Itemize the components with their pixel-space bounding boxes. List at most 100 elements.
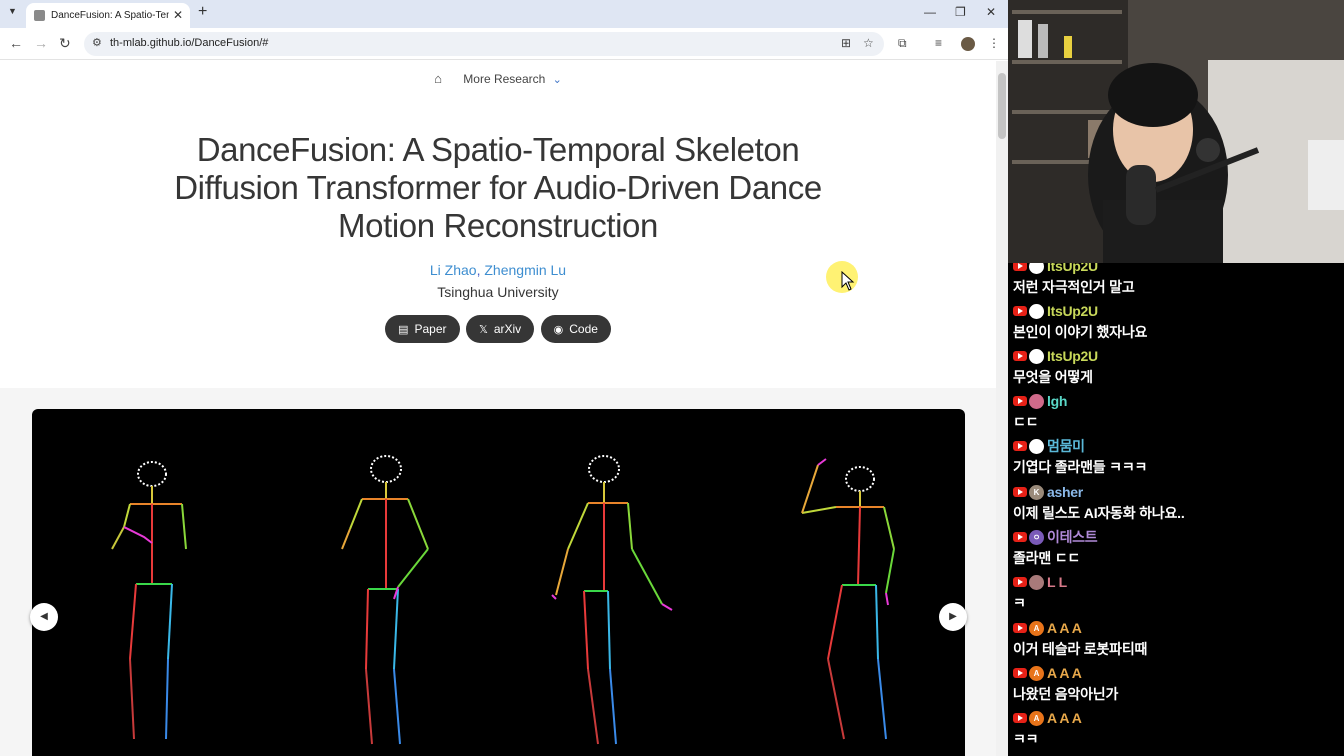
chat-nickname: A A A [1047, 665, 1082, 681]
chat-nickname: ItsUp2U [1047, 263, 1098, 274]
profile-avatar[interactable] [961, 37, 975, 51]
chat-message-header: Kasher [1013, 483, 1343, 501]
tab-title: DanceFusion: A Spatio-Tempo [51, 10, 169, 21]
youtube-icon [1013, 532, 1027, 542]
arxiv-button-label: arXiv [493, 322, 522, 336]
browser-toolbar: ← → ↻ ⚙ th-mlab.github.io/DanceFusion/# … [0, 28, 1008, 60]
favicon-icon [34, 10, 45, 21]
tab-strip: ▼ DanceFusion: A Spatio-Tempo ✕ + — ❐ ✕ [0, 0, 1008, 28]
media-icon[interactable]: ≡ [935, 36, 942, 50]
chat-message-header: AA A A [1013, 709, 1343, 727]
scrollbar-thumb[interactable] [998, 73, 1006, 139]
code-button[interactable]: ◉ Code [540, 315, 611, 343]
chat-nickname: 멈뭄미 [1047, 438, 1085, 454]
chat-text: 저런 자극적인거 말고 [1013, 279, 1135, 295]
browser-window: ▼ DanceFusion: A Spatio-Tempo ✕ + — ❐ ✕ … [0, 0, 1008, 756]
chat-message-header: AA A A [1013, 664, 1343, 682]
extensions-icon[interactable]: ⧉ [898, 36, 907, 51]
chat-message: lgh ㄷㄷ [1013, 392, 1343, 437]
chat-text: 이거 테슬라 로봇파티때 [1013, 641, 1148, 657]
tab-active[interactable]: DanceFusion: A Spatio-Tempo ✕ [26, 3, 190, 28]
page-title: DanceFusion: A Spatio-Temporal Skeleton … [174, 131, 822, 244]
chat-avatar: A [1029, 710, 1044, 726]
youtube-icon [1013, 713, 1027, 723]
chat-message: ItsUp2U 무엇을 어떻게 [1013, 347, 1343, 392]
chat-text: ㄷㄷ [1013, 414, 1039, 430]
forward-icon[interactable]: → [34, 35, 48, 51]
youtube-icon [1013, 263, 1027, 271]
author-separator: , [476, 262, 481, 278]
author-link-zhengmin-lu[interactable]: Zhengmin Lu [484, 262, 566, 278]
carousel-next-icon[interactable]: ▶ [939, 603, 967, 631]
author-link-li-zhao[interactable]: Li Zhao [430, 262, 477, 278]
streamer-camera-image [1008, 0, 1344, 263]
menu-kebab-icon[interactable]: ⋮ [988, 36, 1000, 50]
chat-nickname: ItsUp2U [1047, 348, 1098, 364]
chat-nickname: ItsUp2U [1047, 303, 1098, 319]
chat-avatar [1029, 574, 1044, 590]
youtube-icon [1013, 623, 1027, 633]
chat-avatar [1029, 263, 1044, 274]
chat-nickname: L L [1047, 574, 1067, 590]
youtube-icon [1013, 396, 1027, 406]
chat-text: 나왔던 음악아닌가 [1013, 686, 1119, 702]
youtube-icon [1013, 577, 1027, 587]
paper-button[interactable]: ▤ Paper [385, 315, 460, 343]
chat-avatar: A [1029, 665, 1044, 681]
chat-text: ㅋㅋ [1013, 731, 1039, 747]
live-chat-panel: ItsUp2U 저런 자극적인거 말고 ItsUp2U 본인이 이야기 했자나요 Its… [1008, 263, 1344, 756]
arxiv-button[interactable]: 𝕏arXiv [465, 315, 535, 343]
chat-text: 기엽다 졸라맨들 ㅋㅋㅋ [1013, 459, 1148, 475]
chat-message-header: 멈뭄미 [1013, 437, 1343, 455]
file-pdf-icon: ▤ [398, 324, 409, 336]
bookmark-star-icon[interactable]: ☆ [863, 36, 874, 50]
chat-message-header: ㅇ 이테스트 [1013, 528, 1343, 546]
site-info-icon[interactable]: ⚙ [92, 36, 102, 49]
new-tab-icon[interactable]: + [198, 3, 207, 21]
skeleton-video-frame [111, 455, 895, 745]
webcam-overlay [1008, 0, 1344, 263]
reload-icon[interactable]: ↻ [59, 35, 71, 52]
translate-icon[interactable]: ⊞ [841, 36, 851, 50]
chat-text: 본인이 이야기 했자나요 [1013, 324, 1148, 340]
chat-message: ㅇ 이테스트 졸라맨 ㄷㄷ [1013, 528, 1343, 573]
chat-nickname: asher [1047, 484, 1083, 500]
address-bar[interactable]: ⚙ th-mlab.github.io/DanceFusion/# [84, 32, 884, 56]
window-close-icon[interactable]: ✕ [986, 5, 996, 19]
top-nav: ⌂ More Research ⌄ [0, 71, 996, 86]
chat-message-header: ItsUp2U [1013, 302, 1343, 320]
youtube-icon [1013, 306, 1027, 316]
back-icon[interactable]: ← [9, 35, 23, 51]
chat-message: L L ㅋ [1013, 573, 1343, 618]
chevron-down-icon[interactable]: ⌄ [553, 74, 562, 86]
url-text[interactable]: th-mlab.github.io/DanceFusion/# [110, 37, 268, 49]
chat-nickname: A A A [1047, 710, 1082, 726]
page-scrollbar[interactable] [996, 61, 1008, 756]
chat-message-header: L L [1013, 573, 1343, 591]
code-button-label: Code [569, 322, 598, 336]
restore-icon[interactable]: ❐ [955, 5, 966, 19]
dancer-skeleton-3 [551, 455, 673, 745]
chat-avatar: K [1029, 484, 1044, 500]
chat-message-header: lgh [1013, 392, 1343, 410]
chat-message: AA A A ㅋㅋ [1013, 709, 1343, 754]
chat-message-header: ItsUp2U [1013, 347, 1343, 365]
youtube-icon [1013, 441, 1027, 451]
minimize-icon[interactable]: — [924, 5, 936, 19]
chat-text: 무엇을 어떻게 [1013, 369, 1093, 385]
youtube-icon [1013, 487, 1027, 497]
carousel-prev-icon[interactable]: ◀ [30, 603, 58, 631]
video-player[interactable] [32, 409, 965, 756]
dancer-skeleton-4 [801, 458, 895, 740]
chat-message-header: ItsUp2U [1013, 263, 1343, 275]
home-icon[interactable]: ⌂ [434, 71, 442, 86]
chat-message: 멈뭄미기엽다 졸라맨들 ㅋㅋㅋ [1013, 437, 1343, 482]
tab-close-icon[interactable]: ✕ [173, 8, 183, 22]
more-research-link[interactable]: More Research [463, 72, 545, 86]
tab-search-icon[interactable]: ▼ [8, 6, 17, 16]
chat-avatar [1029, 393, 1044, 409]
dancer-skeleton-2 [341, 455, 429, 745]
chat-message: Kasher 이제 릴스도 AI자동화 하나요.. [1013, 483, 1343, 528]
web-page: ⌂ More Research ⌄ DanceFusion: A Spatio-… [0, 61, 996, 756]
chat-avatar [1029, 438, 1044, 454]
